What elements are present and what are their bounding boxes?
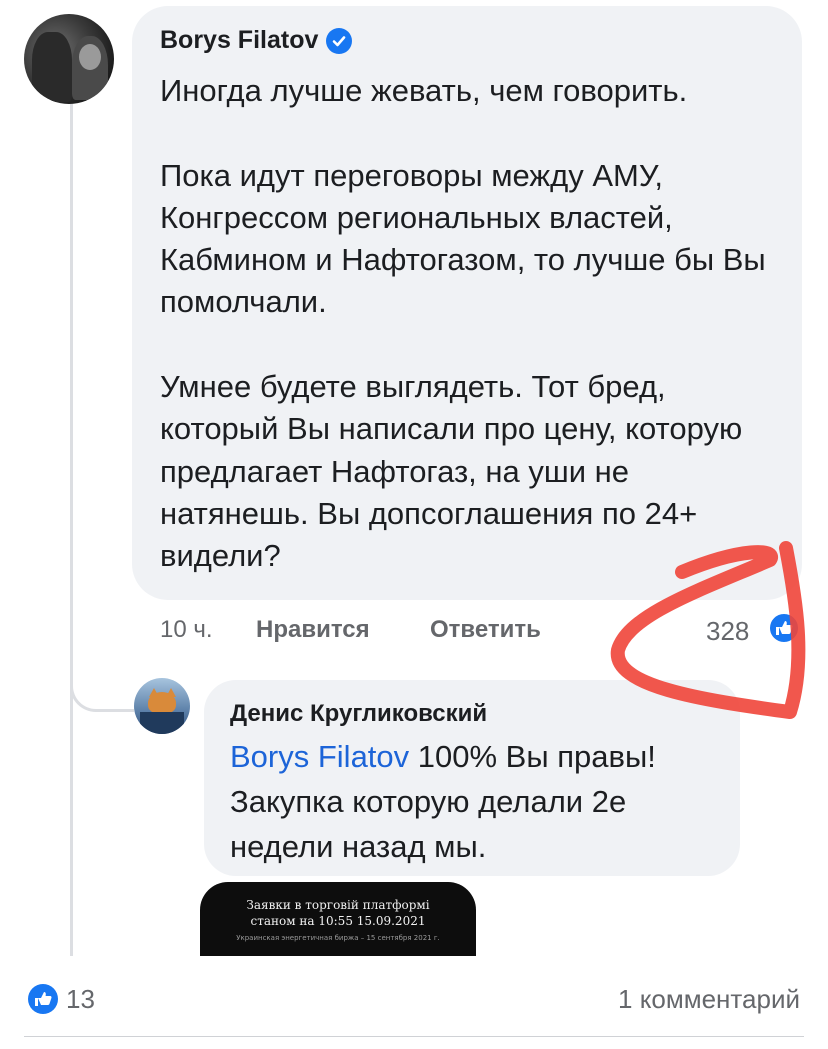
likes-count[interactable]: 13	[66, 984, 95, 1015]
attachment-image[interactable]: Заявки в торговій платформі станом на 10…	[200, 882, 476, 956]
verified-badge-icon	[326, 27, 353, 54]
reply-connector	[70, 672, 134, 712]
reply-button[interactable]: Ответить	[430, 616, 541, 644]
comment-text: Иногда лучше жевать, чем говорить. Пока …	[160, 73, 766, 574]
attachment-title: Заявки в торговій платформі	[246, 898, 430, 912]
comment-author: Borys Filatov	[160, 26, 353, 55]
like-badge-icon	[28, 984, 58, 1014]
reaction-count[interactable]: 328	[706, 616, 749, 647]
reply-text: Borys Filatov 100% Вы правы! Закупка кот…	[230, 734, 730, 869]
mention-link[interactable]: Borys Filatov	[230, 739, 409, 774]
thread-line	[70, 98, 73, 956]
comment-time[interactable]: 10 ч.	[160, 616, 213, 644]
attachment-caption: Украинская энергетичная биржа – 15 сентя…	[236, 934, 440, 942]
attachment-subtitle: станом на 10:55 15.09.2021	[250, 914, 426, 928]
divider	[24, 1036, 804, 1037]
comments-count[interactable]: 1 комментарий	[618, 984, 800, 1015]
avatar[interactable]	[24, 14, 114, 104]
reply-author[interactable]: Денис Кругликовский	[230, 700, 487, 728]
comment-author-name[interactable]: Borys Filatov	[160, 26, 318, 55]
reply-avatar[interactable]	[134, 678, 190, 734]
like-reaction-icon[interactable]	[768, 612, 800, 644]
like-button[interactable]: Нравится	[256, 616, 370, 644]
